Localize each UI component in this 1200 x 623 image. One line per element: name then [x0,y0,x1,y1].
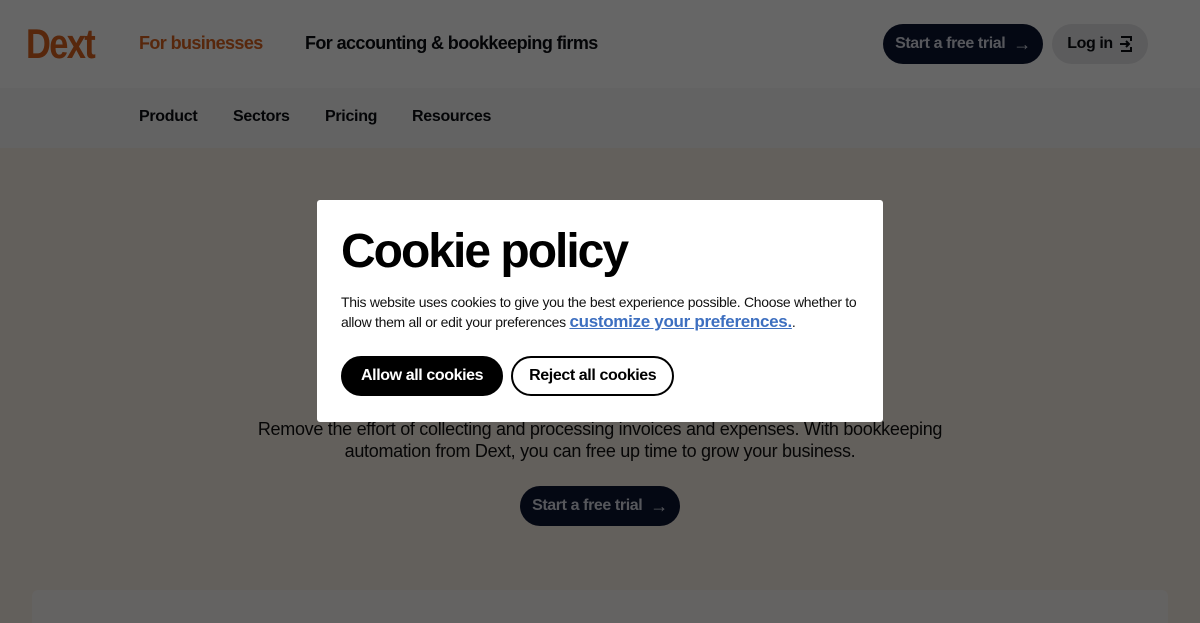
cookie-policy-body-end: . [791,314,796,330]
cookie-policy-text: This website uses cookies to give you th… [341,292,859,332]
cookie-policy-dialog: Cookie policy This website uses cookies … [317,200,883,422]
reject-all-cookies-button[interactable]: Reject all cookies [511,356,675,396]
cookie-actions: Allow all cookies Reject all cookies [341,356,859,396]
customize-preferences-link[interactable]: customize your preferences. [569,312,792,331]
cookie-policy-title: Cookie policy [341,225,629,278]
allow-all-cookies-button[interactable]: Allow all cookies [341,356,504,396]
